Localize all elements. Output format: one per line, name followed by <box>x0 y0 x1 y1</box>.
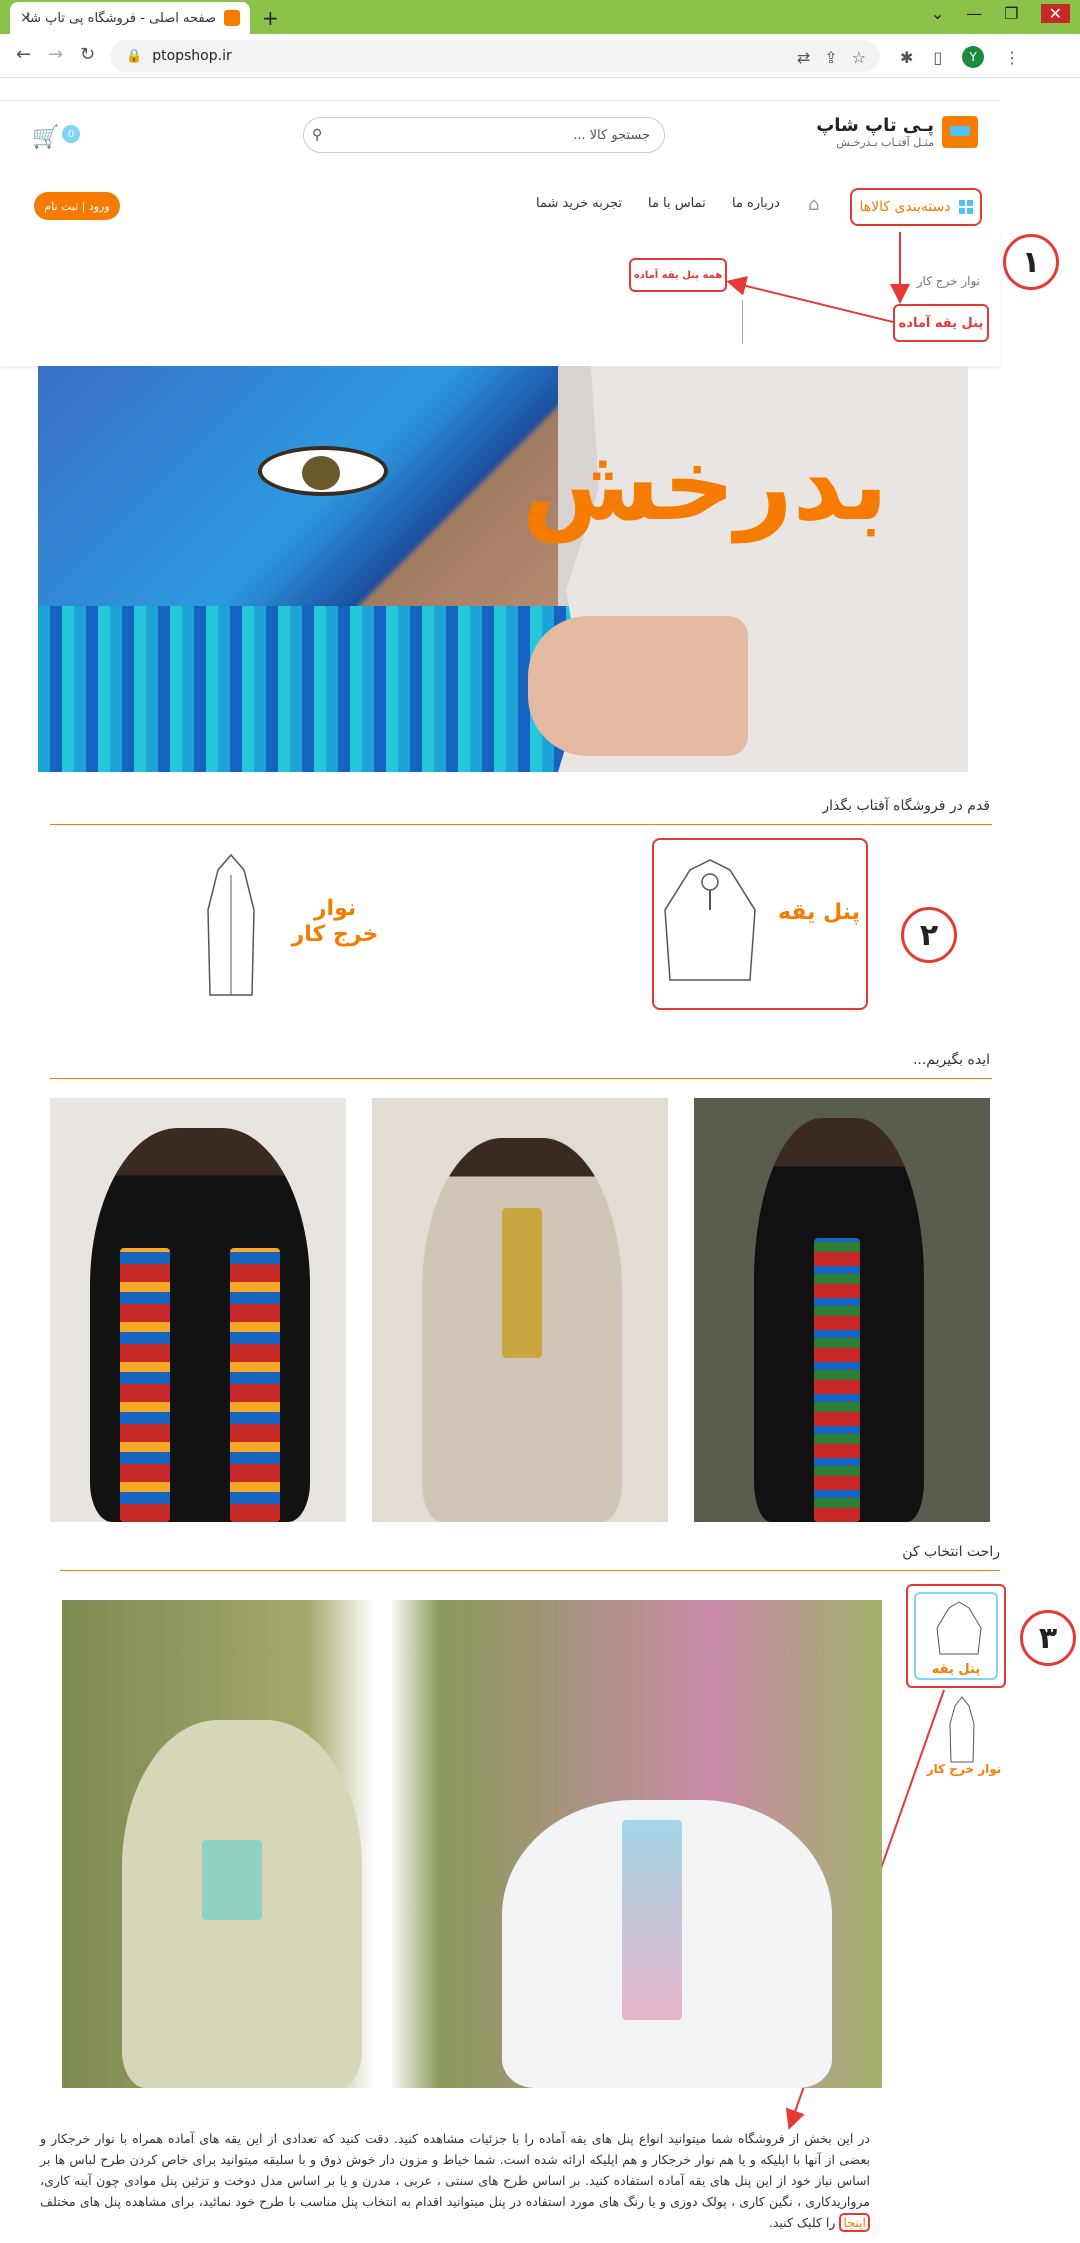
thumb-trim[interactable]: نوار خرج کار <box>914 1694 1014 1784</box>
section-choose-title: راحت انتخاب کن <box>902 1544 1000 1560</box>
category-card-trim[interactable]: نوار خرج کار <box>190 840 390 1010</box>
thumb-trim-label: نوار خرج کار <box>926 1762 1002 1776</box>
section-step-divider <box>50 824 992 825</box>
here-link[interactable]: اینجا <box>839 2213 870 2232</box>
trim-label: نوار خرج کار <box>291 896 379 948</box>
thumb-collar-panel-label: پنل یقه <box>931 1662 981 1677</box>
callout-number-1: ١ <box>1003 234 1059 290</box>
collar-panel-showcase[interactable] <box>62 1600 882 2088</box>
section-choose-divider <box>60 1570 1000 1571</box>
section-step-title: قدم در فروشگاه آفتاب بگذار <box>822 798 990 814</box>
callout-number-2: ٢ <box>901 907 957 963</box>
idea-photo-2[interactable] <box>372 1098 668 1522</box>
thumb-trim-dress-icon <box>949 1696 975 1763</box>
thumb-collar-dress-icon <box>936 1601 982 1655</box>
arrow-to-submenu <box>726 276 894 323</box>
description-text: در این بخش از فروشگاه شما میتوانید انواع… <box>40 2131 870 2209</box>
description-tail: را کلیک کنید. <box>768 2215 836 2230</box>
section-ideas-title: ایده بگیریم... <box>912 1052 990 1068</box>
hero-hand-graphic <box>528 616 748 756</box>
idea-photo-1[interactable] <box>50 1098 346 1522</box>
section-ideas-divider <box>50 1078 992 1079</box>
trim-dress-sketch <box>207 853 255 996</box>
category-card-collar-panel[interactable]: پنل یقه <box>652 838 868 1010</box>
hero-banner[interactable]: بدرخش <box>38 366 968 772</box>
hero-eye-graphic <box>258 446 388 496</box>
idea-photo-3[interactable] <box>694 1098 990 1522</box>
callout-number-3: ٣ <box>1020 1610 1076 1666</box>
hero-scarf-graphic <box>38 606 598 772</box>
thumb-collar-panel-frame: پنل یقه <box>914 1592 998 1680</box>
collar-dress-sketch <box>664 859 756 981</box>
hero-headline: بدرخش <box>521 426 888 543</box>
collar-panel-label: پنل یقه <box>778 900 860 925</box>
thumb-collar-panel[interactable]: پنل یقه <box>906 1584 1006 1688</box>
collar-panel-description: در این بخش از فروشگاه شما میتوانید انواع… <box>40 2128 870 2233</box>
